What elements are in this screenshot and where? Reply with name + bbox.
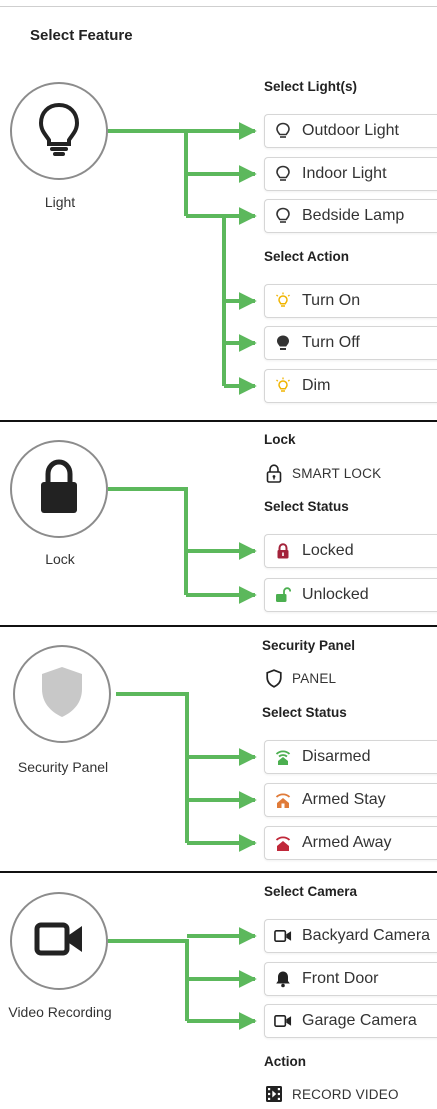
- option-label: Garage Camera: [302, 1012, 417, 1029]
- option-label: Armed Stay: [302, 791, 386, 808]
- option-armed-stay[interactable]: Armed Stay: [264, 783, 437, 817]
- security-feature-button[interactable]: [13, 645, 111, 743]
- video-feature-label: Video Recording: [8, 1004, 112, 1020]
- section-divider: [0, 625, 437, 627]
- lightbulb-outline-icon: [274, 207, 292, 225]
- option-armed-away[interactable]: Armed Away: [264, 826, 437, 860]
- lock-heading: Lock: [264, 432, 296, 447]
- option-turn-off[interactable]: Turn Off: [264, 326, 437, 360]
- smart-lock-info: SMART LOCK: [264, 462, 381, 484]
- smart-lock-label: SMART LOCK: [292, 465, 382, 481]
- shield-icon: [40, 665, 84, 724]
- option-label: Dim: [302, 377, 331, 394]
- lock-feature-button[interactable]: [10, 440, 108, 538]
- armed-away-icon: [274, 834, 292, 852]
- record-video-info: RECORD VIDEO: [264, 1083, 399, 1105]
- armed-stay-icon: [274, 791, 292, 809]
- option-label: Backyard Camera: [302, 927, 431, 944]
- lock-feature-label: Lock: [45, 551, 75, 567]
- page-title: Select Feature: [30, 27, 133, 44]
- option-turn-on[interactable]: Turn On: [264, 284, 437, 318]
- padlock-icon: [36, 458, 82, 520]
- option-label: Unlocked: [302, 586, 369, 603]
- light-feature-button[interactable]: [10, 82, 108, 180]
- option-outdoor-light[interactable]: Outdoor Light: [264, 114, 437, 148]
- option-label: Disarmed: [302, 748, 371, 765]
- top-divider: [0, 6, 437, 7]
- lightbulb-icon: [36, 101, 82, 162]
- security-feature-label: Security Panel: [17, 759, 109, 775]
- action-heading: Action: [264, 1054, 306, 1069]
- section-divider: [0, 871, 437, 873]
- disarmed-icon: [274, 748, 292, 766]
- option-locked[interactable]: Locked: [264, 534, 437, 568]
- option-dim[interactable]: Dim: [264, 369, 437, 403]
- security-status-heading: Select Status: [262, 705, 347, 720]
- option-indoor-light[interactable]: Indoor Light: [264, 157, 437, 191]
- smart-lock-icon: [264, 463, 284, 483]
- security-heading: Security Panel: [262, 638, 356, 653]
- light-feature-label: Light: [44, 194, 76, 210]
- panel-label: PANEL: [292, 670, 337, 686]
- select-lights-heading: Select Light(s): [264, 79, 358, 94]
- film-icon: [264, 1084, 284, 1104]
- lock-status-heading: Select Status: [264, 499, 349, 514]
- panel-info: PANEL: [264, 667, 336, 689]
- record-video-label: RECORD VIDEO: [292, 1086, 399, 1102]
- option-label: Locked: [302, 542, 354, 559]
- lightbulb-dim-icon: [274, 377, 292, 395]
- camera-outline-icon: [274, 1012, 292, 1030]
- option-label: Turn On: [302, 292, 361, 309]
- option-front-door[interactable]: Front Door: [264, 962, 437, 996]
- option-label: Armed Away: [302, 834, 392, 851]
- lightbulb-outline-icon: [274, 165, 292, 183]
- lightbulb-off-icon: [274, 334, 292, 352]
- option-backyard-camera[interactable]: Backyard Camera: [264, 919, 437, 953]
- doorbell-icon: [274, 970, 292, 988]
- locked-icon: [274, 542, 292, 560]
- option-label: Turn Off: [302, 334, 360, 351]
- camera-outline-icon: [274, 927, 292, 945]
- shield-outline-icon: [264, 668, 284, 688]
- option-bedside-lamp[interactable]: Bedside Lamp: [264, 199, 437, 233]
- option-label: Front Door: [302, 970, 379, 987]
- option-disarmed[interactable]: Disarmed: [264, 740, 437, 774]
- option-unlocked[interactable]: Unlocked: [264, 578, 437, 612]
- option-label: Bedside Lamp: [302, 207, 405, 224]
- option-label: Outdoor Light: [302, 122, 399, 139]
- lightbulb-outline-icon: [274, 122, 292, 140]
- select-camera-heading: Select Camera: [264, 884, 358, 899]
- video-camera-icon: [34, 922, 84, 961]
- section-divider: [0, 420, 437, 422]
- option-label: Indoor Light: [302, 165, 387, 182]
- lightbulb-on-icon: [274, 292, 292, 310]
- video-feature-button[interactable]: [10, 892, 108, 990]
- select-action-heading: Select Action: [264, 249, 350, 264]
- unlocked-icon: [274, 586, 292, 604]
- option-garage-camera[interactable]: Garage Camera: [264, 1004, 437, 1038]
